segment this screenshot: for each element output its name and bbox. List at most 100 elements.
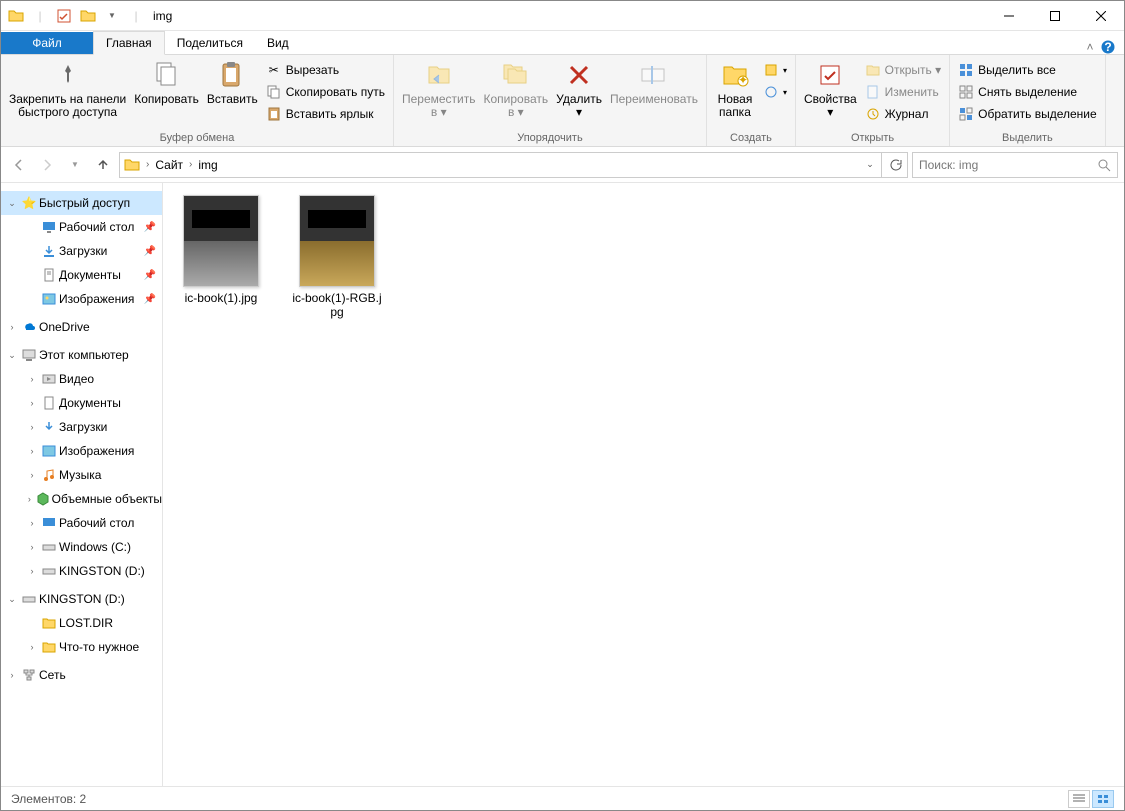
thumbnail <box>183 195 259 287</box>
easy-access-button[interactable]: ▾ <box>759 81 791 103</box>
move-to-button[interactable]: Переместить в ▾ <box>398 57 480 121</box>
open-button[interactable]: Открыть ▾ <box>861 59 945 81</box>
close-button[interactable] <box>1078 1 1124 31</box>
pin-icon: 📌 <box>144 246 156 257</box>
titlebar: | ▼ | img <box>1 1 1124 31</box>
minimize-button[interactable] <box>986 1 1032 31</box>
group-label: Упорядочить <box>398 131 702 146</box>
icons-view-button[interactable] <box>1092 790 1114 808</box>
recent-dropdown[interactable]: ▼ <box>63 153 87 177</box>
sidebar-desktop[interactable]: Рабочий стол📌 <box>21 215 162 239</box>
details-view-button[interactable] <box>1068 790 1090 808</box>
invert-selection-button[interactable]: Обратить выделение <box>954 103 1101 125</box>
up-button[interactable] <box>91 153 115 177</box>
breadcrumb[interactable]: › Сайт › img ⌄ <box>119 152 882 178</box>
new-item-button[interactable]: ▾ <box>759 59 791 81</box>
breadcrumb-segment[interactable]: img <box>196 158 219 172</box>
paste-shortcut-icon <box>266 106 282 122</box>
pin-icon: 📌 <box>144 270 156 281</box>
paste-shortcut-button[interactable]: Вставить ярлык <box>262 103 389 125</box>
sidebar-onedrive[interactable]: ›OneDrive <box>1 315 162 339</box>
copy-path-button[interactable]: Скопировать путь <box>262 81 389 103</box>
file-item[interactable]: ic-book(1)-RGB.jpg <box>291 195 383 319</box>
video-icon <box>41 371 57 387</box>
properties-icon <box>814 59 846 91</box>
copy-to-button[interactable]: Копировать в ▾ <box>480 57 553 121</box>
maximize-button[interactable] <box>1032 1 1078 31</box>
main-area: ⌄⭐Быстрый доступ Рабочий стол📌 Загрузки📌… <box>1 183 1124 786</box>
window-title: img <box>147 9 986 23</box>
select-all-button[interactable]: Выделить все <box>954 59 1101 81</box>
file-list[interactable]: ic-book(1).jpg ic-book(1)-RGB.jpg <box>163 183 1124 786</box>
tab-view[interactable]: Вид <box>255 32 301 54</box>
sidebar-pictures[interactable]: Изображения📌 <box>21 287 162 311</box>
select-none-button[interactable]: Снять выделение <box>954 81 1101 103</box>
sidebar-downloads-pc[interactable]: ›Загрузки <box>21 415 162 439</box>
ribbon-collapse-icon[interactable]: ˄ <box>1080 40 1100 54</box>
sidebar-network[interactable]: ›Сеть <box>1 663 162 687</box>
sidebar-pictures-pc[interactable]: ›Изображения <box>21 439 162 463</box>
sidebar-kingston[interactable]: ⌄KINGSTON (D:) <box>1 587 162 611</box>
tab-home[interactable]: Главная <box>93 31 165 55</box>
copy-icon <box>151 59 183 91</box>
search-input[interactable]: Поиск: img <box>912 152 1118 178</box>
star-icon: ⭐ <box>21 195 37 211</box>
qat-dropdown[interactable]: ▼ <box>101 5 123 27</box>
network-icon <box>21 667 37 683</box>
new-folder-button[interactable]: ✦ Новая папка <box>711 57 759 121</box>
address-dropdown[interactable]: ⌄ <box>861 159 879 170</box>
delete-button[interactable]: Удалить ▾ <box>552 57 606 121</box>
help-icon[interactable]: ? <box>1100 40 1124 54</box>
sidebar-3d-objects[interactable]: ›Объемные объекты <box>21 487 162 511</box>
navigation-pane: ⌄⭐Быстрый доступ Рабочий стол📌 Загрузки📌… <box>1 183 163 786</box>
sidebar-documents[interactable]: Документы📌 <box>21 263 162 287</box>
easy-access-icon <box>763 84 779 100</box>
sidebar-drive-d[interactable]: ›KINGSTON (D:) <box>21 559 162 583</box>
new-item-icon <box>763 62 779 78</box>
svg-text:?: ? <box>1104 40 1111 54</box>
download-icon <box>41 243 57 259</box>
edit-icon <box>865 84 881 100</box>
thumbnail <box>299 195 375 287</box>
forward-button[interactable] <box>35 153 59 177</box>
breadcrumb-segment[interactable]: Сайт <box>153 158 185 172</box>
rename-button[interactable]: Переименовать <box>606 57 702 108</box>
sidebar-drive-c[interactable]: ›Windows (C:) <box>21 535 162 559</box>
sidebar-desktop-pc[interactable]: ›Рабочий стол <box>21 511 162 535</box>
properties-qat-icon[interactable] <box>53 5 75 27</box>
file-item[interactable]: ic-book(1).jpg <box>175 195 267 305</box>
address-bar: ▼ › Сайт › img ⌄ Поиск: img <box>1 147 1124 183</box>
sidebar-lostdir[interactable]: LOST.DIR <box>21 611 162 635</box>
edit-button[interactable]: Изменить <box>861 81 945 103</box>
file-name: ic-book(1).jpg <box>185 291 258 305</box>
sidebar-this-pc[interactable]: ⌄Этот компьютер <box>1 343 162 367</box>
folder-icon[interactable] <box>5 5 27 27</box>
ribbon-group-organize: Переместить в ▾ Копировать в ▾ Удалить ▾… <box>394 55 707 146</box>
open-icon <box>865 62 881 78</box>
back-button[interactable] <box>7 153 31 177</box>
file-name: ic-book(1)-RGB.jpg <box>291 291 383 319</box>
tab-share[interactable]: Поделиться <box>165 32 255 54</box>
sidebar-music[interactable]: ›Музыка <box>21 463 162 487</box>
cut-button[interactable]: ✂Вырезать <box>262 59 389 81</box>
sidebar-chtoto[interactable]: ›Что-то нужное <box>21 635 162 659</box>
chevron-right-icon[interactable]: › <box>185 159 196 170</box>
copy-to-icon <box>500 59 532 91</box>
sidebar-downloads[interactable]: Загрузки📌 <box>21 239 162 263</box>
sidebar-videos[interactable]: ›Видео <box>21 367 162 391</box>
pin-quick-access-button[interactable]: Закрепить на панели быстрого доступа <box>5 57 130 121</box>
refresh-button[interactable] <box>882 152 908 178</box>
tab-file[interactable]: Файл <box>1 32 93 54</box>
ribbon-group-clipboard: Закрепить на панели быстрого доступа Коп… <box>1 55 394 146</box>
move-to-icon <box>423 59 455 91</box>
properties-button[interactable]: Свойства ▾ <box>800 57 861 121</box>
sidebar-documents-pc[interactable]: ›Документы <box>21 391 162 415</box>
status-bar: Элементов: 2 <box>1 786 1124 810</box>
paste-button[interactable]: Вставить <box>203 57 262 108</box>
qat-divider: | <box>29 5 51 27</box>
sidebar-quick-access[interactable]: ⌄⭐Быстрый доступ <box>1 191 162 215</box>
history-button[interactable]: Журнал <box>861 103 945 125</box>
chevron-right-icon[interactable]: › <box>142 159 153 170</box>
copy-button[interactable]: Копировать <box>130 57 203 108</box>
folder-qat-icon[interactable] <box>77 5 99 27</box>
